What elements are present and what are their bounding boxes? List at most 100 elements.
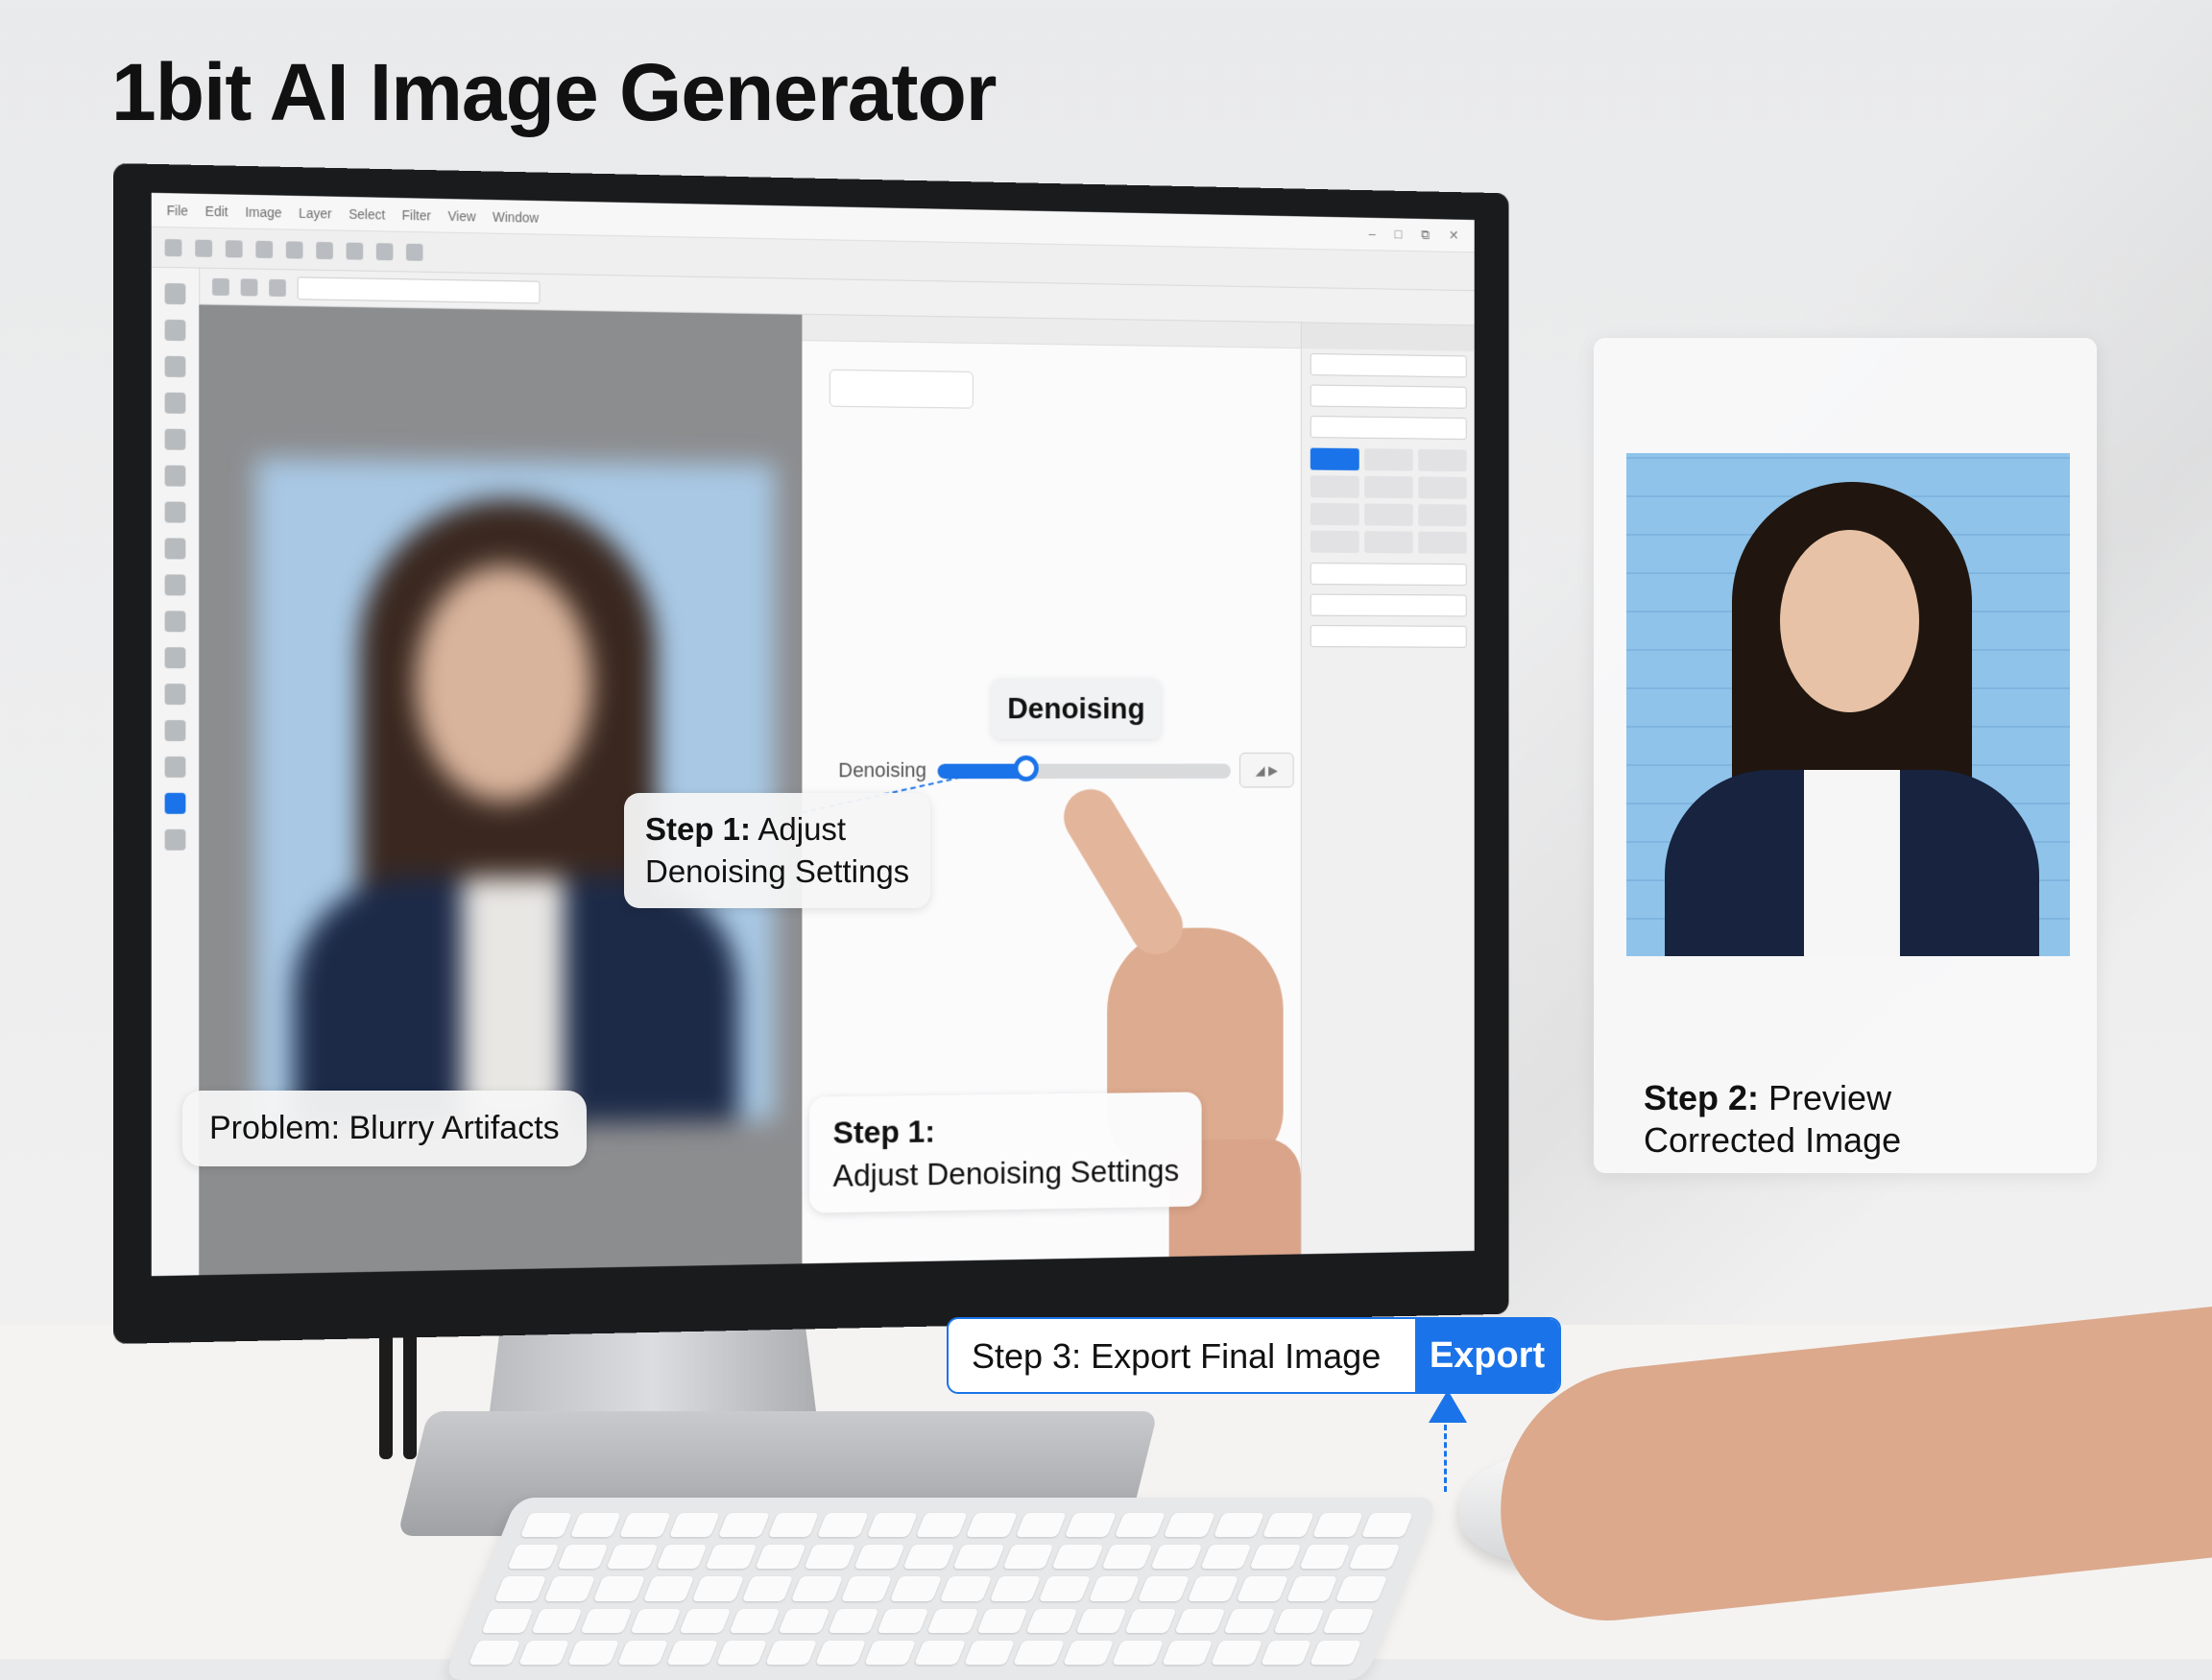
hand-tool-icon[interactable] bbox=[165, 611, 186, 632]
gradient-icon[interactable] bbox=[165, 538, 186, 559]
grid-cell[interactable] bbox=[1364, 531, 1413, 553]
slider-tooltip: Denoising bbox=[992, 679, 1162, 739]
settings-icon[interactable] bbox=[406, 243, 423, 260]
keyboard-key bbox=[815, 1641, 867, 1665]
layers-icon[interactable] bbox=[226, 240, 243, 257]
keyboard-key bbox=[1349, 1545, 1401, 1569]
keyboard-key bbox=[593, 1576, 645, 1600]
crop-icon[interactable] bbox=[165, 356, 186, 377]
property-field[interactable] bbox=[1310, 353, 1467, 377]
property-row bbox=[1302, 558, 1475, 590]
keyboard-key bbox=[1361, 1513, 1413, 1537]
step1-inline-caption: Step 1: Adjust Denoising Settings bbox=[624, 793, 930, 908]
shape-icon[interactable] bbox=[165, 466, 186, 487]
document-icon[interactable] bbox=[255, 240, 273, 257]
stamp-icon[interactable] bbox=[165, 647, 186, 668]
keyboard-key bbox=[557, 1545, 609, 1569]
keyboard-key bbox=[742, 1576, 794, 1600]
step1-caption: Step 1: Adjust Denoising Settings bbox=[809, 1092, 1202, 1212]
keyboard-key bbox=[1101, 1545, 1153, 1569]
lasso-icon[interactable] bbox=[165, 320, 186, 341]
step2-line1: Preview bbox=[1759, 1078, 1891, 1117]
color-swatch-icon[interactable] bbox=[165, 793, 186, 814]
property-field[interactable] bbox=[1310, 385, 1467, 409]
zoom-icon[interactable] bbox=[165, 574, 186, 595]
property-field[interactable] bbox=[1310, 594, 1467, 617]
grid-cell[interactable] bbox=[1418, 476, 1466, 498]
denoising-slider[interactable] bbox=[938, 764, 1231, 780]
minimize-button[interactable]: – bbox=[1369, 226, 1376, 241]
keyboard-key bbox=[469, 1641, 520, 1665]
keyboard-key bbox=[619, 1513, 671, 1537]
tool-preset-icon[interactable] bbox=[212, 277, 229, 295]
grid-cell[interactable] bbox=[1418, 449, 1466, 471]
step1-inline-line1: Adjust bbox=[751, 811, 846, 847]
property-field[interactable] bbox=[1310, 416, 1467, 440]
keyboard-key bbox=[716, 1641, 768, 1665]
menu-item[interactable]: Edit bbox=[205, 203, 228, 218]
property-row bbox=[1302, 380, 1475, 414]
grid-cell[interactable] bbox=[1310, 503, 1359, 525]
preset-dropdown[interactable] bbox=[298, 276, 541, 303]
adjust-icon[interactable] bbox=[347, 242, 364, 259]
grid-cell[interactable] bbox=[1310, 531, 1359, 553]
move-icon[interactable] bbox=[165, 283, 186, 304]
grid-icon[interactable] bbox=[195, 239, 212, 256]
eraser-icon[interactable] bbox=[165, 429, 186, 450]
arrow-icon[interactable] bbox=[165, 239, 182, 256]
slider-thumb[interactable] bbox=[1014, 756, 1039, 781]
frame-icon[interactable] bbox=[165, 829, 186, 851]
keyboard-key bbox=[1114, 1513, 1166, 1537]
eyedropper-icon[interactable] bbox=[165, 720, 186, 741]
brush-icon[interactable] bbox=[286, 241, 303, 258]
keyboard-key bbox=[692, 1576, 744, 1600]
keyboard-key bbox=[567, 1641, 619, 1665]
keyboard-key bbox=[617, 1641, 669, 1665]
menu-item[interactable]: File bbox=[167, 203, 188, 218]
keyboard-key bbox=[1299, 1545, 1351, 1569]
keyboard-key bbox=[1335, 1576, 1387, 1600]
properties-title bbox=[1302, 323, 1475, 351]
keyboard-key bbox=[1063, 1641, 1115, 1665]
history-icon[interactable] bbox=[165, 756, 186, 778]
keyboard bbox=[444, 1498, 1439, 1680]
keyboard-key bbox=[507, 1545, 559, 1569]
grid-cell[interactable] bbox=[1418, 532, 1466, 554]
grid-cell[interactable] bbox=[1364, 476, 1413, 498]
keyboard-key bbox=[976, 1609, 1028, 1633]
menu-item[interactable]: Image bbox=[245, 204, 281, 220]
menu-item[interactable]: Select bbox=[349, 205, 385, 222]
restore-button[interactable]: ⧉ bbox=[1421, 227, 1430, 242]
menu-item[interactable]: Window bbox=[493, 208, 539, 225]
maximize-button[interactable]: □ bbox=[1395, 227, 1403, 242]
export-button[interactable]: Export bbox=[1415, 1319, 1559, 1392]
slider-stepper[interactable]: ◢ ▶ bbox=[1239, 753, 1294, 787]
property-field[interactable] bbox=[1310, 625, 1467, 648]
property-field[interactable] bbox=[1310, 563, 1467, 586]
pen-icon[interactable] bbox=[165, 501, 186, 522]
grid-cell[interactable] bbox=[1310, 448, 1359, 471]
keyboard-key bbox=[1015, 1513, 1067, 1537]
property-row bbox=[1302, 589, 1475, 621]
transform-icon[interactable] bbox=[269, 278, 286, 296]
step1-bold: Step 1: bbox=[833, 1114, 935, 1150]
image-icon[interactable] bbox=[316, 241, 333, 258]
menu-item[interactable]: View bbox=[447, 208, 475, 224]
grid-cell[interactable] bbox=[1364, 503, 1413, 525]
close-button[interactable]: ✕ bbox=[1449, 228, 1459, 243]
align-icon[interactable] bbox=[241, 278, 258, 296]
keyboard-key bbox=[1174, 1609, 1226, 1633]
text-icon[interactable] bbox=[165, 684, 186, 705]
keyboard-key bbox=[531, 1609, 583, 1633]
grid-cell[interactable] bbox=[1310, 475, 1359, 497]
menu-item[interactable]: Filter bbox=[402, 207, 431, 223]
keyboard-key bbox=[989, 1576, 1041, 1600]
menu-item[interactable]: Layer bbox=[299, 204, 331, 221]
grid-cell[interactable] bbox=[1364, 448, 1413, 470]
grid-cell[interactable] bbox=[1418, 504, 1466, 526]
filter-icon[interactable] bbox=[376, 243, 394, 260]
mode-dropdown[interactable] bbox=[830, 370, 974, 409]
keyboard-key bbox=[903, 1545, 955, 1569]
keyboard-key bbox=[1151, 1545, 1203, 1569]
brush-icon[interactable] bbox=[165, 393, 186, 414]
